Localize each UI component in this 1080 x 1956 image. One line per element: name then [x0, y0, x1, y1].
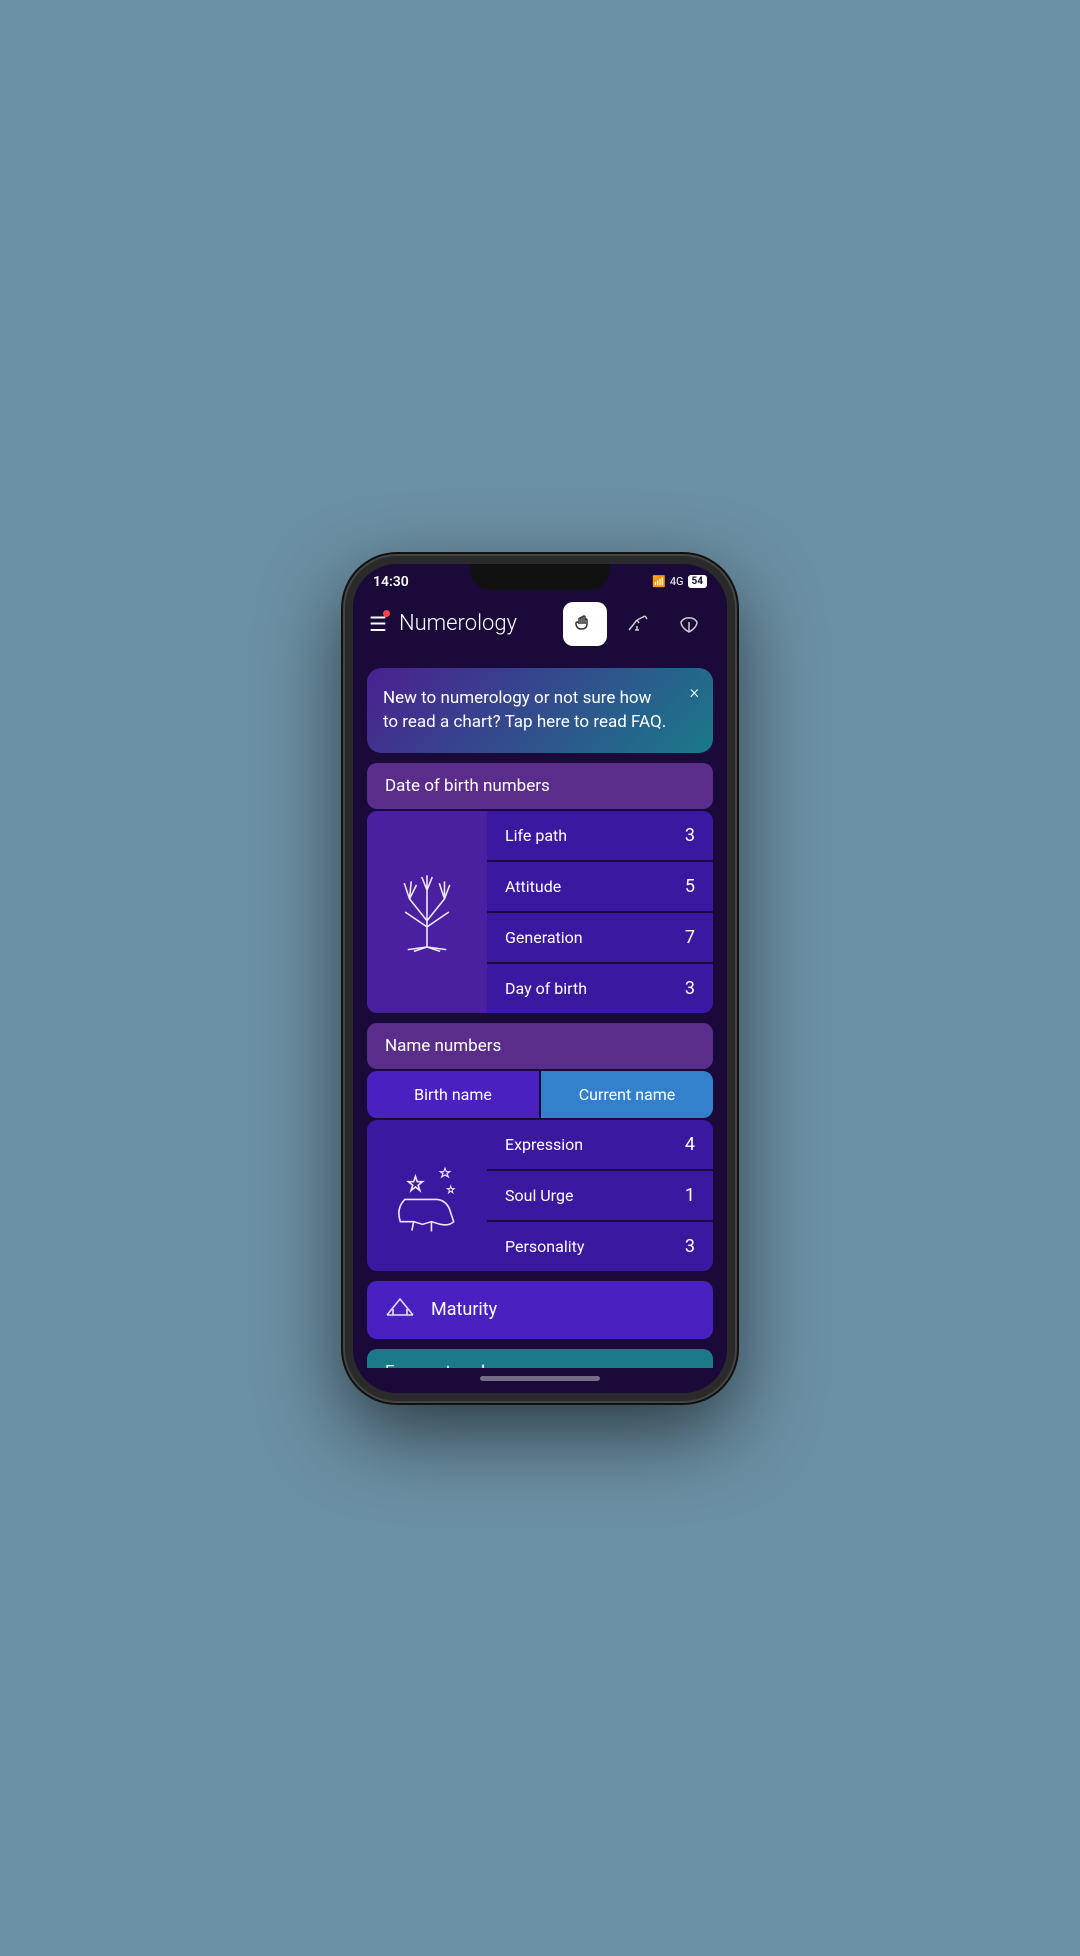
attitude-value: 5: [685, 876, 695, 897]
home-bar: [480, 1376, 600, 1381]
app-header: ☰ Numerology: [353, 594, 727, 658]
phone-notch: [470, 564, 610, 590]
network-type: 4G: [670, 575, 684, 588]
dob-grid: Life path 3 Attitude 5 Generation 7 Day …: [367, 811, 713, 1013]
dob-section-header: Date of birth numbers: [367, 763, 713, 809]
attitude-row[interactable]: Attitude 5: [487, 862, 713, 911]
telescope-icon-button[interactable]: [615, 602, 659, 646]
generation-label: Generation: [505, 928, 583, 947]
expression-value: 4: [685, 1134, 695, 1155]
soul-urge-row[interactable]: Soul Urge 1: [487, 1171, 713, 1220]
generation-row[interactable]: Generation 7: [487, 913, 713, 962]
notification-dot: [383, 610, 390, 617]
status-icons: 📶 4G 54: [652, 575, 707, 588]
birth-name-tab[interactable]: Birth name: [367, 1071, 539, 1118]
name-section: Name numbers Birth name Current name: [367, 1023, 713, 1271]
expression-label: Expression: [505, 1135, 583, 1154]
day-of-birth-row[interactable]: Day of birth 3: [487, 964, 713, 1013]
app-title: Numerology: [399, 611, 551, 636]
maturity-label: Maturity: [431, 1299, 497, 1320]
menu-button[interactable]: ☰: [369, 612, 387, 636]
name-tabs: Birth name Current name: [367, 1071, 713, 1118]
day-of-birth-value: 3: [685, 978, 695, 999]
lotus-icon-button[interactable]: [667, 602, 711, 646]
soul-urge-label: Soul Urge: [505, 1186, 573, 1205]
maturity-icon: [385, 1295, 415, 1325]
life-path-label: Life path: [505, 826, 567, 845]
personality-value: 3: [685, 1236, 695, 1257]
life-path-value: 3: [685, 825, 695, 846]
battery-icon: 54: [688, 575, 707, 588]
soul-urge-value: 1: [685, 1185, 695, 1206]
name-rows: Expression 4 Soul Urge 1 Personality 3: [487, 1120, 713, 1271]
name-section-header: Name numbers: [367, 1023, 713, 1069]
home-indicator: [353, 1368, 727, 1393]
faq-banner[interactable]: New to numerology or not sure how to rea…: [367, 668, 713, 753]
name-icon-area: [367, 1120, 487, 1271]
header-icons: [563, 602, 711, 646]
name-grid: Expression 4 Soul Urge 1 Personality 3: [367, 1120, 713, 1271]
carrier-icon: 📶: [652, 575, 666, 588]
hands-icon-button[interactable]: [563, 602, 607, 646]
expression-row[interactable]: Expression 4: [487, 1120, 713, 1169]
faq-banner-text: New to numerology or not sure how to rea…: [383, 686, 697, 735]
generation-value: 7: [685, 927, 695, 948]
dob-section: Date of birth numbers: [367, 763, 713, 1013]
forecast-section-header: Forecast cycles: [367, 1349, 713, 1368]
life-path-row[interactable]: Life path 3: [487, 811, 713, 860]
status-time: 14:30: [373, 574, 409, 590]
app-content: New to numerology or not sure how to rea…: [353, 658, 727, 1368]
phone-frame: 14:30 📶 4G 54 ☰ Numerology: [345, 556, 735, 1401]
dob-icon-area: [367, 811, 487, 1013]
forecast-section: Forecast cycles D: [367, 1349, 713, 1368]
day-of-birth-label: Day of birth: [505, 979, 587, 998]
dob-rows: Life path 3 Attitude 5 Generation 7 Day …: [487, 811, 713, 1013]
faq-close-button[interactable]: ×: [690, 682, 699, 703]
personality-row[interactable]: Personality 3: [487, 1222, 713, 1271]
current-name-tab[interactable]: Current name: [541, 1071, 713, 1118]
maturity-row[interactable]: Maturity: [367, 1281, 713, 1339]
personality-label: Personality: [505, 1237, 584, 1256]
attitude-label: Attitude: [505, 877, 561, 896]
